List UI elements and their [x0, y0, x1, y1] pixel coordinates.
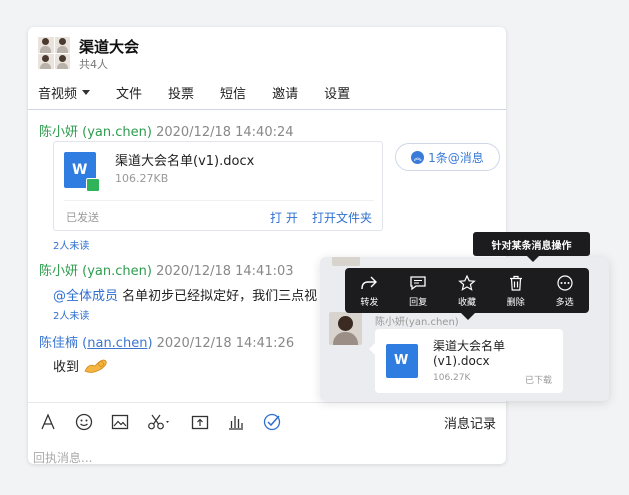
- ok-hand-emoji-icon: [84, 359, 107, 373]
- message-history-button[interactable]: 消息记录: [444, 413, 496, 432]
- chevron-down-icon: [82, 89, 91, 95]
- header-tabs: 音视频 文件 投票 短信 邀请 设置: [38, 81, 376, 103]
- file-card[interactable]: 渠道大会名单(v1).docx 106.27KB 已发送 打 开 打开文件夹: [53, 141, 383, 231]
- menu-item-multiselect[interactable]: 多选: [543, 274, 587, 308]
- tab-settings[interactable]: 设置: [324, 81, 350, 103]
- menu-item-favorite[interactable]: 收藏: [445, 274, 489, 308]
- trash-icon: [507, 274, 525, 292]
- message-sender: 陈小妍 (yan.chen) 2020/12/18 14:41:03: [39, 264, 294, 279]
- open-folder-link[interactable]: 打开文件夹: [312, 209, 372, 226]
- tab-vote[interactable]: 投票: [168, 81, 194, 103]
- demo-file-card[interactable]: 渠道大会名单(v1).docx 106.27K 已下载: [369, 329, 563, 393]
- message-text: 收到: [53, 356, 109, 375]
- demo-file-size: 106.27K: [433, 373, 471, 383]
- chart-icon[interactable]: [226, 412, 246, 432]
- avatar: [329, 312, 362, 345]
- scissors-icon[interactable]: [146, 412, 174, 432]
- message-text: @全体成员 名单初步已经拟定好，我们三点视: [53, 289, 318, 304]
- upload-folder-icon[interactable]: [190, 412, 210, 432]
- image-icon[interactable]: [110, 412, 130, 432]
- message-sender: 陈小妍 (yan.chen) 2020/12/18 14:40:24: [39, 125, 294, 140]
- tab-invite[interactable]: 邀请: [272, 81, 298, 103]
- receipt-check-icon[interactable]: [262, 412, 282, 432]
- member-avatar: [38, 37, 54, 53]
- file-size: 106.27KB: [115, 172, 169, 185]
- unread-count[interactable]: 2人未读: [53, 237, 89, 252]
- message-context-menu: 转发 回复 收藏 删除 多选: [345, 268, 589, 320]
- word-file-icon: [64, 152, 100, 192]
- font-format-icon[interactable]: [38, 412, 58, 432]
- group-avatar[interactable]: [38, 37, 70, 69]
- file-name: 渠道大会名单(v1).docx: [115, 154, 255, 169]
- demo-file-status: 已下载: [525, 376, 553, 386]
- member-avatar: [54, 37, 70, 53]
- mention-jump-button[interactable]: ︽ 1条@消息: [395, 143, 500, 171]
- check-icon: [86, 178, 100, 192]
- tab-audio-video[interactable]: 音视频: [38, 81, 91, 103]
- demo-sender: 陈小妍(yan.chen): [375, 317, 459, 328]
- demo-file-name: 渠道大会名单(v1).docx: [433, 339, 506, 368]
- tab-sms[interactable]: 短信: [220, 81, 246, 103]
- star-icon: [458, 274, 476, 292]
- mention-all[interactable]: @全体成员: [53, 289, 118, 304]
- menu-item-reply[interactable]: 回复: [396, 274, 440, 308]
- tab-files[interactable]: 文件: [116, 81, 142, 103]
- reply-icon: [409, 274, 427, 292]
- word-file-icon: [386, 344, 418, 378]
- menu-item-forward[interactable]: 转发: [347, 274, 391, 308]
- file-status: 已发送: [66, 211, 99, 224]
- tooltip: 针对某条消息操作: [473, 232, 590, 262]
- input-toolbar: [38, 410, 298, 434]
- member-avatar: [38, 53, 54, 69]
- member-count: 共4人: [79, 58, 108, 71]
- reply-input[interactable]: [33, 449, 333, 464]
- sender-id-link[interactable]: nan.chen: [87, 336, 147, 351]
- forward-icon: [360, 274, 378, 292]
- menu-item-delete[interactable]: 删除: [494, 274, 538, 308]
- chat-header: 渠道大会 共4人 音视频 文件 投票 短信 邀请 设置: [28, 27, 506, 109]
- avatar: [332, 257, 360, 266]
- member-avatar: [54, 53, 70, 69]
- group-title: 渠道大会: [79, 38, 140, 56]
- message-sender: 陈佳楠 (nan.chen) 2020/12/18 14:41:26: [39, 336, 295, 351]
- card-divider: [64, 200, 374, 201]
- toolbar-divider: [28, 402, 506, 403]
- emoji-icon[interactable]: [74, 412, 94, 432]
- more-icon: [556, 274, 574, 292]
- unread-count[interactable]: 2人未读: [53, 307, 89, 322]
- open-file-link[interactable]: 打 开: [270, 209, 298, 226]
- arrow-up-icon: ︽: [411, 150, 425, 164]
